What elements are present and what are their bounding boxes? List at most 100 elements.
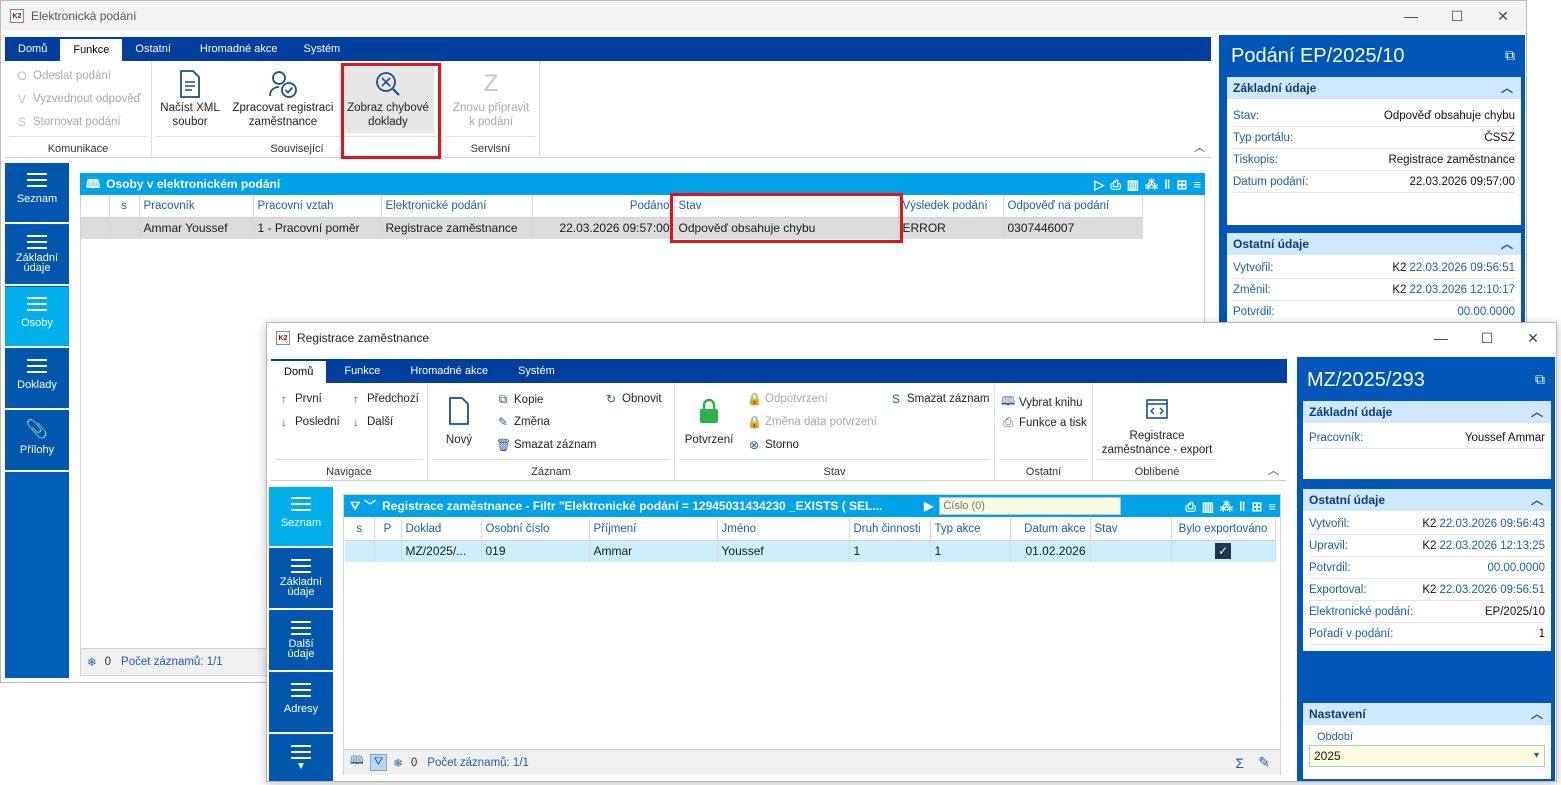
- collapse-ribbon-icon[interactable]: ︿: [1194, 139, 1205, 155]
- print-icon[interactable]: ⎙: [1185, 496, 1195, 518]
- sidebar-item-doklady[interactable]: Doklady: [5, 349, 69, 410]
- column-header[interactable]: Typ akce: [930, 518, 1011, 541]
- close-icon[interactable]: ✕: [1480, 1, 1526, 31]
- scroll-down-icon[interactable]: ▼: [269, 761, 333, 772]
- table-row[interactable]: MZ/2025/... 019 Ammar Youssef 1 1 01.02.…: [345, 540, 1276, 562]
- zobraz-chybove-doklady-button[interactable]: Zobraz chybové doklady: [342, 67, 434, 133]
- obdobi-field[interactable]: 2025 ▾: [1309, 745, 1545, 767]
- column-header[interactable]: Osobní číslo: [481, 518, 590, 541]
- table-row[interactable]: Ammar Youssef 1 - Pracovní poměr Registr…: [81, 217, 1143, 239]
- tab-hromadne-akce[interactable]: Hromadné akce: [184, 37, 294, 61]
- column-header[interactable]: Jméno: [717, 518, 850, 541]
- export-icon[interactable]: ⊞: [1177, 174, 1188, 196]
- column-header[interactable]: Pracovní vztah: [253, 195, 382, 218]
- menu-icon[interactable]: ≡: [1193, 174, 1201, 196]
- exported-checkbox[interactable]: ✓: [1215, 543, 1231, 560]
- tab-hromadne-akce[interactable]: Hromadné akce: [398, 359, 500, 383]
- column-header[interactable]: s: [109, 195, 140, 218]
- basic-info-header[interactable]: Základní údaje ︿: [1303, 401, 1551, 423]
- chart-icon[interactable]: ▥: [1202, 496, 1214, 518]
- novy-button[interactable]: Nový: [434, 389, 484, 447]
- tab-funkce[interactable]: Funkce: [326, 359, 398, 383]
- prvni-button[interactable]: ↑ První: [277, 392, 322, 406]
- sidebar-item-seznam[interactable]: Seznam: [269, 487, 333, 548]
- open-external-icon[interactable]: ⧉: [1505, 47, 1515, 64]
- columns-icon[interactable]: ‖: [1164, 174, 1170, 196]
- column-header[interactable]: Odpověď na podání: [1003, 195, 1143, 218]
- tab-domu[interactable]: Domů: [271, 361, 327, 383]
- chart-icon[interactable]: ▥: [1127, 174, 1139, 196]
- potvrzeni-button[interactable]: Potvrzení: [679, 389, 739, 447]
- tab-funkce[interactable]: Funkce: [60, 39, 123, 61]
- vyzvednout-odpoved-button[interactable]: V Vyzvednout odpověď: [15, 92, 141, 106]
- column-header[interactable]: Druh činnosti: [849, 518, 931, 541]
- sidebar-item-adresy[interactable]: Adresy: [269, 673, 333, 734]
- hierarchy-icon[interactable]: ⁂: [1145, 174, 1158, 196]
- filter-icon[interactable]: ⛛: [369, 754, 388, 771]
- predchozi-button[interactable]: ↑ Předchozí: [349, 392, 419, 406]
- column-header[interactable]: Pracovník: [139, 195, 254, 218]
- column-header[interactable]: Datum akce: [1010, 518, 1091, 541]
- stav-smazat-zaznam-button[interactable]: S Smazat záznam: [889, 392, 989, 406]
- kopie-button[interactable]: ⧉ Kopie: [496, 392, 544, 407]
- snowflake-icon[interactable]: ❄: [87, 655, 97, 669]
- play-icon[interactable]: ▶: [924, 495, 933, 517]
- maximize-icon[interactable]: ☐: [1434, 1, 1480, 31]
- play-icon[interactable]: ▷: [1094, 174, 1104, 196]
- tab-system[interactable]: Systém: [294, 37, 351, 61]
- column-header[interactable]: Elektronické podání: [381, 195, 533, 218]
- print-icon[interactable]: ⎙: [1110, 174, 1120, 196]
- open-external-icon[interactable]: ⧉: [1535, 371, 1545, 388]
- sidebar-item-zakladni-udaje[interactable]: Základní údaje: [269, 549, 333, 610]
- snowflake-icon[interactable]: ❄: [393, 756, 403, 770]
- maximize-icon[interactable]: ☐: [1464, 323, 1510, 353]
- column-header[interactable]: Příjmení: [589, 518, 718, 541]
- sidebar-item-dalsi-udaje[interactable]: Další údaje: [269, 611, 333, 672]
- column-header[interactable]: P: [374, 518, 402, 541]
- column-header[interactable]: Podáno: [532, 195, 675, 218]
- dalsi-button[interactable]: ↓ Další: [349, 415, 393, 429]
- registrace-export-button[interactable]: Registrace zaměstnance - export: [1095, 389, 1219, 457]
- column-header[interactable]: s: [345, 518, 375, 541]
- column-header[interactable]: Doklad: [401, 518, 482, 541]
- sidebar-item-prilohy[interactable]: 📎 Přílohy: [5, 411, 69, 472]
- sidebar-item-more[interactable]: ▼: [269, 735, 333, 781]
- znovu-pripravit-button[interactable]: Z Znovu připravit k podání: [446, 67, 536, 129]
- tab-domu[interactable]: Domů: [5, 37, 60, 61]
- minimize-icon[interactable]: —: [1388, 1, 1434, 31]
- column-header[interactable]: Bylo exportováno: [1171, 518, 1276, 541]
- sidebar-item-osoby[interactable]: Osoby: [5, 287, 69, 348]
- sum-icon[interactable]: Σ: [1235, 755, 1244, 771]
- odpotvrzeni-button[interactable]: 🔒 Odpotvrzení: [747, 392, 828, 406]
- sidebar-item-seznam[interactable]: Seznam: [5, 163, 69, 224]
- export-icon[interactable]: ⊞: [1252, 496, 1263, 518]
- funkce-a-tisk-button[interactable]: ⎙ Funkce a tisk: [1001, 415, 1087, 430]
- filter-icon[interactable]: ⛛: [350, 495, 360, 517]
- edit-icon[interactable]: ✎: [1258, 754, 1270, 771]
- tab-ostatni[interactable]: Ostatní: [122, 37, 183, 61]
- column-header[interactable]: Stav: [1090, 518, 1172, 541]
- hierarchy-icon[interactable]: ⁂: [1220, 496, 1233, 518]
- other-info-header[interactable]: Ostatní údaje ︿: [1227, 233, 1521, 255]
- odeslat-podani-button[interactable]: O Odeslat podání: [15, 69, 111, 83]
- vybrat-knihu-button[interactable]: 🕮 Vybrat knihu: [1001, 392, 1083, 413]
- dropdown-icon[interactable]: ▾: [1534, 746, 1539, 766]
- posledni-button[interactable]: ↓ Poslední: [277, 415, 340, 429]
- close-icon[interactable]: ✕: [1510, 323, 1556, 353]
- nacist-xml-button[interactable]: Načíst XML soubor: [156, 67, 224, 129]
- stornovat-podani-button[interactable]: S Stornovat podání: [15, 115, 121, 129]
- zpracovat-registraci-button[interactable]: Zpracovat registraci zaměstnance: [228, 67, 338, 129]
- columns-icon[interactable]: ‖: [1239, 496, 1245, 518]
- column-header[interactable]: Výsledek podání: [898, 195, 1004, 218]
- tab-system[interactable]: Systém: [500, 359, 573, 383]
- settings-header[interactable]: Nastavení ︿: [1303, 703, 1551, 725]
- sidebar-item-zakladni-udaje[interactable]: Základní údaje: [5, 225, 69, 286]
- obnovit-button[interactable]: ↻ Obnovit: [604, 392, 662, 406]
- smazat-zaznam-button[interactable]: 🗑 Smazat záznam: [496, 438, 596, 452]
- menu-icon[interactable]: ≡: [1268, 496, 1276, 518]
- minimize-icon[interactable]: —: [1418, 323, 1464, 353]
- basic-info-header[interactable]: Základní údaje ︿: [1227, 77, 1521, 99]
- zmena-button[interactable]: ✎ Změna: [496, 415, 550, 429]
- chevron-down-icon[interactable]: ﹀: [364, 495, 376, 517]
- zmena-data-potvrzeni-button[interactable]: 🔒 Změna data potvrzení: [747, 415, 877, 429]
